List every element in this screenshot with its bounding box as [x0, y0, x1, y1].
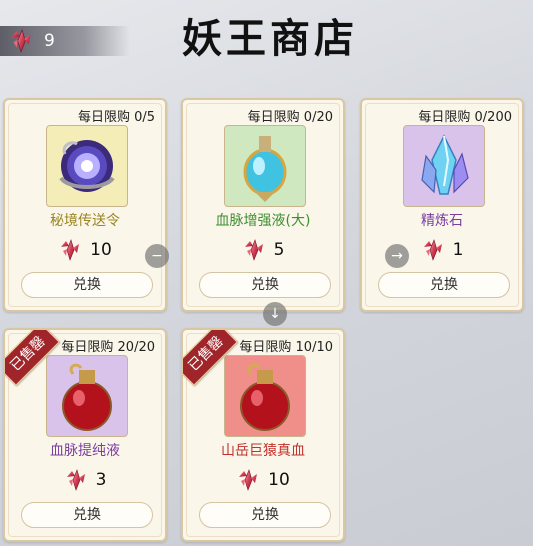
item-price: 3: [5, 468, 165, 492]
gem-icon: [242, 238, 266, 262]
shop-card-refining-stone: 每日限购 0/200 精炼石 1 兑换: [360, 98, 524, 312]
gem-icon: [8, 28, 34, 54]
item-name: 血脉提纯液: [50, 443, 120, 459]
minus-icon[interactable]: −: [145, 244, 169, 268]
item-name: 精炼石: [421, 213, 463, 229]
currency-value: 9: [44, 31, 55, 51]
price-value: 3: [95, 470, 107, 490]
exchange-button[interactable]: 兑换: [378, 272, 510, 298]
shop-card-bloodline-enhancer: 每日限购 0/20 血脉增强液(大) 5 兑换: [181, 98, 345, 312]
crystal-icon: [421, 134, 469, 195]
purchase-limit: 每日限购 0/200: [418, 110, 512, 125]
item-name: 山岳巨猿真血: [221, 443, 305, 459]
gem-icon: [421, 238, 445, 262]
item-price: 10: [5, 238, 165, 262]
portal-orb-icon: [59, 140, 115, 192]
exchange-button[interactable]: 兑换: [21, 272, 153, 298]
item-name: 血脉增强液(大): [215, 213, 311, 229]
purchase-limit: 每日限购 0/5: [77, 110, 155, 125]
price-value: 10: [268, 470, 290, 490]
exchange-button[interactable]: 兑换: [199, 272, 331, 298]
red-potion-icon: [62, 363, 112, 431]
arrow-down-icon[interactable]: ↓: [263, 302, 287, 326]
item-price: 5: [183, 238, 343, 262]
purchase-limit: 每日限购 20/20: [61, 340, 155, 355]
gem-icon: [236, 468, 260, 492]
item-thumbnail[interactable]: [224, 355, 306, 437]
item-thumbnail[interactable]: [46, 125, 128, 207]
gem-icon: [64, 468, 88, 492]
shop-card-bloodline-purifier: 每日限购 20/20 已售罄 血脉提纯液 3 兑换: [3, 328, 167, 542]
red-potion-icon: [240, 363, 290, 431]
price-value: 1: [452, 240, 464, 260]
item-thumbnail[interactable]: [46, 355, 128, 437]
page-title: 妖王商店: [182, 15, 358, 62]
item-thumbnail[interactable]: [403, 125, 485, 207]
arrow-right-icon[interactable]: →: [385, 244, 409, 268]
item-thumbnail[interactable]: [224, 125, 306, 207]
exchange-button[interactable]: 兑换: [21, 502, 153, 528]
shop-card-ape-true-blood: 每日限购 10/10 已售罄 山岳巨猿真血 10 兑换: [181, 328, 345, 542]
currency-bar: 9: [0, 26, 130, 56]
purchase-limit: 每日限购 10/10: [239, 340, 333, 355]
item-name: 秘境传送令: [50, 213, 120, 229]
purchase-limit: 每日限购 0/20: [247, 110, 333, 125]
exchange-button[interactable]: 兑换: [199, 502, 331, 528]
gem-icon: [58, 238, 82, 262]
item-price: 10: [183, 468, 343, 492]
price-value: 5: [273, 240, 285, 260]
shop-card-portal-token: 每日限购 0/5 秘境传送令 10 兑换: [3, 98, 167, 312]
price-value: 10: [90, 240, 112, 260]
blue-potion-icon: [243, 136, 287, 202]
